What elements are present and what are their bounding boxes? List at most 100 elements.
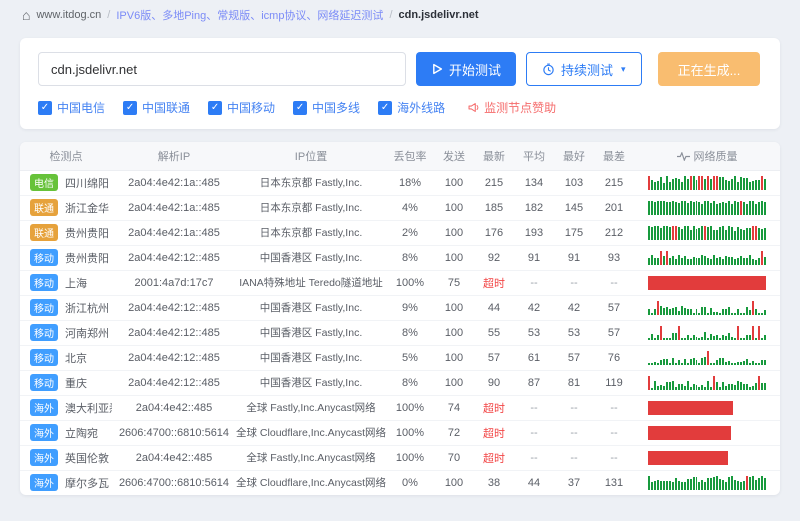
avg-latency-cell: --	[514, 420, 554, 445]
packet-loss-cell: 8%	[386, 370, 434, 395]
avg-latency-cell: 53	[514, 320, 554, 345]
network-quality-chart	[648, 351, 766, 365]
checkbox-checked-icon[interactable]: ✓	[378, 101, 392, 115]
packet-loss-cell: 8%	[386, 320, 434, 345]
latest-latency-cell: 215	[474, 170, 514, 195]
column-header-label: 网络质量	[694, 151, 738, 163]
network-quality-cell	[634, 320, 780, 345]
network-quality-chart	[648, 451, 766, 465]
carrier-badge: 移动	[30, 249, 58, 266]
table-row: 海外立陶宛2606:4700::6810:5614全球 Cloudflare,I…	[20, 420, 780, 445]
line-checkbox-2[interactable]: ✓中国移动	[208, 99, 275, 116]
resolved-ip-cell: 2a04:4e42:12::485	[112, 295, 236, 320]
network-quality-cell	[634, 220, 780, 245]
continuous-test-label: 持续测试	[561, 60, 613, 79]
packet-loss-cell: 100%	[386, 420, 434, 445]
breadcrumb-category[interactable]: IPV6版、多地Ping、常规版、icmp协议、网络延迟测试	[116, 7, 383, 23]
column-header-4: 发送	[434, 142, 474, 170]
line-checkbox-4[interactable]: ✓ 海外线路	[378, 99, 445, 116]
latest-latency-cell: 超时	[474, 445, 514, 470]
line-checkbox-1[interactable]: ✓中国联通	[123, 99, 190, 116]
network-quality-cell	[634, 445, 780, 470]
ip-location-cell: IANA特殊地址 Teredo隧道地址	[236, 270, 386, 295]
network-quality-cell	[634, 195, 780, 220]
worst-latency-cell: 212	[594, 220, 634, 245]
test-controls-card: 开始测试 持续测试 ▾ 正在生成... ✓中国电信 ✓中国联通 ✓中国移动 ✓中国多线…	[20, 38, 780, 129]
start-test-button[interactable]: 开始测试	[416, 52, 516, 86]
avg-latency-cell: 42	[514, 295, 554, 320]
line-filter-row: ✓中国电信✓中国联通✓中国移动✓中国多线✓海外线路 监测节点赞助	[38, 99, 762, 116]
packet-loss-cell: 0%	[386, 470, 434, 495]
network-quality-cell	[634, 370, 780, 395]
best-latency-cell: --	[554, 445, 594, 470]
column-header-label: 最好	[563, 151, 585, 163]
network-quality-cell	[634, 245, 780, 270]
worst-latency-cell: --	[594, 395, 634, 420]
avg-latency-cell: --	[514, 395, 554, 420]
best-latency-cell: 103	[554, 170, 594, 195]
column-header-1: 解析IP	[112, 142, 236, 170]
packet-loss-cell: 9%	[386, 295, 434, 320]
network-quality-cell	[634, 470, 780, 495]
ip-location-cell: 全球 Fastly,Inc.Anycast网络	[236, 395, 386, 420]
sponsor-label: 监测节点赞助	[484, 99, 556, 116]
continuous-test-button[interactable]: 持续测试 ▾	[526, 52, 642, 86]
network-quality-cell	[634, 170, 780, 195]
best-latency-cell: 81	[554, 370, 594, 395]
ip-location-cell: 日本东京都 Fastly,Inc.	[236, 195, 386, 220]
carrier-badge: 移动	[30, 324, 58, 341]
avg-latency-cell: 182	[514, 195, 554, 220]
column-header-label: IP位置	[295, 151, 327, 163]
checkbox-checked-icon[interactable]: ✓	[123, 101, 137, 115]
table-row: 海外英国伦敦2a04:4e42::485全球 Fastly,Inc.Anycas…	[20, 445, 780, 470]
checkbox-label: 海外线路	[397, 99, 445, 116]
avg-latency-cell: 193	[514, 220, 554, 245]
sponsor-link[interactable]: 监测节点赞助	[467, 99, 556, 116]
worst-latency-cell: 131	[594, 470, 634, 495]
node-cell: 移动重庆	[20, 370, 112, 395]
table-row: 移动河南郑州2a04:4e42:12::485中国香港区 Fastly,Inc.…	[20, 320, 780, 345]
network-quality-cell	[634, 345, 780, 370]
node-cell: 移动上海	[20, 270, 112, 295]
worst-latency-cell: 57	[594, 320, 634, 345]
generating-button[interactable]: 正在生成...	[658, 52, 761, 86]
network-quality-cell	[634, 270, 780, 295]
packet-loss-cell: 2%	[386, 220, 434, 245]
network-quality-chart	[648, 251, 766, 265]
checkbox-checked-icon[interactable]: ✓	[293, 101, 307, 115]
node-location: 摩尔多瓦	[65, 478, 109, 490]
checkbox-checked-icon[interactable]: ✓	[38, 101, 52, 115]
breadcrumb-target: cdn.jsdelivr.net	[399, 9, 479, 21]
best-latency-cell: 91	[554, 245, 594, 270]
node-cell: 移动贵州贵阳	[20, 245, 112, 270]
carrier-badge: 海外	[30, 424, 58, 441]
ip-location-cell: 中国香港区 Fastly,Inc.	[236, 370, 386, 395]
resolved-ip-cell: 2a04:4e42:1a::485	[112, 195, 236, 220]
breadcrumb-home[interactable]: www.itdog.cn	[36, 9, 101, 21]
worst-latency-cell: --	[594, 420, 634, 445]
line-checkbox-3[interactable]: ✓中国多线	[293, 99, 360, 116]
packet-loss-cell: 100%	[386, 270, 434, 295]
host-input[interactable]	[38, 52, 406, 86]
column-header-9: 网络质量	[634, 142, 780, 170]
network-quality-chart	[648, 201, 766, 215]
column-header-7: 最好	[554, 142, 594, 170]
main-content: 开始测试 持续测试 ▾ 正在生成... ✓中国电信 ✓中国联通 ✓中国移动 ✓中国多线…	[0, 30, 800, 495]
line-checkbox-0[interactable]: ✓中国电信	[38, 99, 105, 116]
avg-latency-cell: --	[514, 270, 554, 295]
checkbox-checked-icon[interactable]: ✓	[208, 101, 222, 115]
carrier-badge: 移动	[30, 299, 58, 316]
ip-location-cell: 中国香港区 Fastly,Inc.	[236, 245, 386, 270]
ip-location-cell: 全球 Fastly,Inc.Anycast网络	[236, 445, 386, 470]
table-row: 移动北京2a04:4e42:12::485中国香港区 Fastly,Inc.5%…	[20, 345, 780, 370]
best-latency-cell: 42	[554, 295, 594, 320]
carrier-badge: 联通	[30, 224, 58, 241]
sent-cell: 100	[434, 470, 474, 495]
node-location: 英国伦敦	[65, 453, 109, 465]
worst-latency-cell: 119	[594, 370, 634, 395]
worst-latency-cell: 57	[594, 295, 634, 320]
avg-latency-cell: --	[514, 445, 554, 470]
resolved-ip-cell: 2a04:4e42:12::485	[112, 345, 236, 370]
column-header-label: 丢包率	[394, 151, 427, 163]
node-location: 四川绵阳	[65, 178, 109, 190]
